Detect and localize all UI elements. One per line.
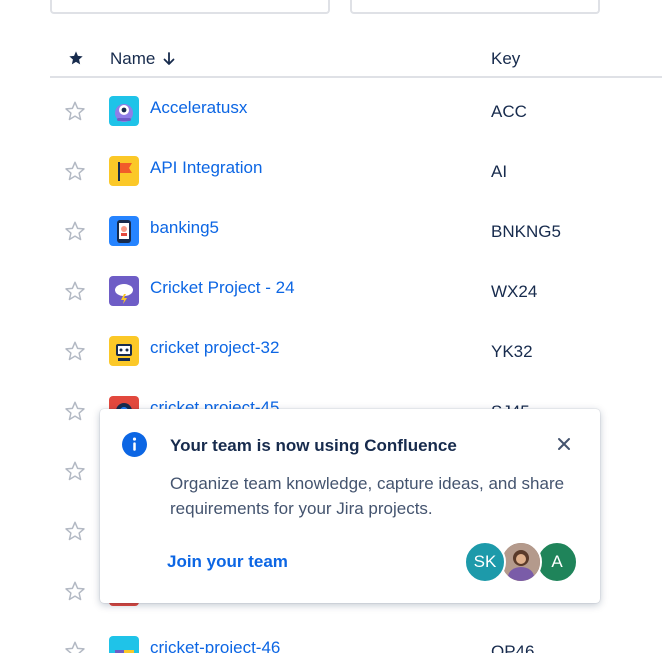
table-row: Cricket Project - 24 WX24 xyxy=(50,260,662,320)
popup-body: Organize team knowledge, capture ideas, … xyxy=(170,474,565,518)
project-name-link[interactable]: API Integration xyxy=(150,158,262,178)
project-name-link[interactable]: banking5 xyxy=(150,218,219,238)
name-column-header[interactable]: Name xyxy=(110,49,175,69)
star-outline-icon[interactable] xyxy=(64,400,86,422)
table-row: Acceleratusx ACC xyxy=(50,80,662,140)
table-header: Name Key xyxy=(50,40,662,78)
close-icon[interactable] xyxy=(556,436,572,452)
table-row: banking5 BNKNG5 xyxy=(50,200,662,260)
star-outline-icon[interactable] xyxy=(64,280,86,302)
avatar[interactable]: SK xyxy=(464,541,506,583)
star-outline-icon[interactable] xyxy=(64,160,86,182)
project-key: YK32 xyxy=(491,342,533,361)
table-row: cricket project-32 YK32 xyxy=(50,320,662,380)
star-outline-icon[interactable] xyxy=(64,520,86,542)
star-outline-icon[interactable] xyxy=(64,640,86,653)
info-icon xyxy=(122,432,147,457)
project-name-link[interactable]: Cricket Project - 24 xyxy=(150,278,295,298)
tools-icon xyxy=(109,636,139,653)
table-row: API Integration AI xyxy=(50,140,662,200)
popup-title: Your team is now using Confluence xyxy=(170,436,457,455)
project-key: BNKNG5 xyxy=(491,222,561,241)
project-name-link[interactable]: cricket-project-46 xyxy=(150,638,280,653)
phone-character-icon xyxy=(109,216,139,246)
storm-cloud-icon xyxy=(109,276,139,306)
robot-icon xyxy=(109,336,139,366)
name-column-label: Name xyxy=(110,49,156,68)
star-outline-icon[interactable] xyxy=(64,340,86,362)
avatar[interactable]: A xyxy=(536,541,578,583)
star-filled-icon[interactable] xyxy=(68,50,84,66)
project-name-link[interactable]: Acceleratusx xyxy=(150,98,247,118)
project-name-link[interactable]: cricket project-32 xyxy=(150,338,279,358)
sort-down-arrow-icon xyxy=(163,52,175,65)
star-outline-icon[interactable] xyxy=(64,220,86,242)
join-team-button[interactable]: Join your team xyxy=(167,552,288,572)
flag-icon xyxy=(109,156,139,186)
confluence-team-popup: Your team is now using Confluence Organi… xyxy=(100,409,600,603)
avatar-photo[interactable] xyxy=(500,541,542,583)
star-outline-icon[interactable] xyxy=(64,100,86,122)
table-row: cricket-project-46 OP46 xyxy=(50,620,662,653)
star-outline-icon[interactable] xyxy=(64,460,86,482)
key-column-header[interactable]: Key xyxy=(491,49,520,69)
filter-products-select[interactable] xyxy=(350,0,600,14)
project-key: AI xyxy=(491,162,508,181)
project-key: ACC xyxy=(491,102,527,121)
search-projects-input[interactable] xyxy=(50,0,330,14)
monster-icon xyxy=(109,96,139,126)
project-key: WX24 xyxy=(491,282,538,301)
star-outline-icon[interactable] xyxy=(64,580,86,602)
project-key: OP46 xyxy=(491,642,535,653)
